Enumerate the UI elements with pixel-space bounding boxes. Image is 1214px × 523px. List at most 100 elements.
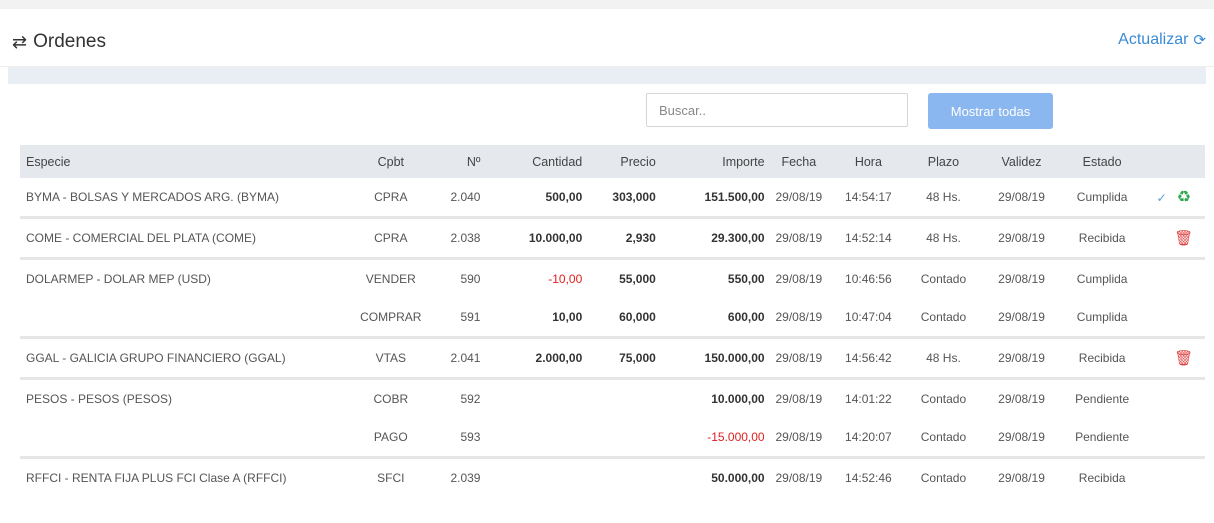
col-hora[interactable]: Hora <box>831 145 906 178</box>
trash-icon[interactable]: 🗑 <box>1174 349 1193 367</box>
cell-estado: Cumplida <box>1061 257 1143 298</box>
cell-cpbt: CPRA <box>354 216 428 259</box>
cell-precio <box>584 456 658 497</box>
cell-fecha: 29/08/19 <box>775 310 823 324</box>
cell-estado: Recibida <box>1061 216 1143 259</box>
cell-numero: 592 <box>427 377 483 418</box>
cell-plazo: 48 Hs. <box>905 216 982 259</box>
cell-especie: GGAL - GALICIA GRUPO FINANCIERO (GGAL) <box>20 336 355 379</box>
table-row[interactable]: PESOS - PESOS (PESOS) COBR 592 10.000,00… <box>20 377 1205 418</box>
cell-cpbt: COMPRAR <box>360 310 422 324</box>
cell-precio: 75,000 <box>584 336 658 379</box>
cell-precio: 2,930 <box>584 216 658 259</box>
page-title: ⇄ Ordenes <box>12 31 106 53</box>
cell-importe: 600,00 <box>727 310 765 324</box>
cell-plazo: 48 Hs. <box>905 336 982 379</box>
cell-cpbt: VTAS <box>354 336 428 379</box>
table-row[interactable]: GGAL - GALICIA GRUPO FINANCIERO (GGAL) V… <box>20 336 1205 379</box>
col-plazo[interactable]: Plazo <box>906 145 982 178</box>
cell-especie <box>20 418 355 458</box>
col-actions <box>1142 145 1205 178</box>
table-header-row: Especie Cpbt Nº Cantidad Precio Importe … <box>20 145 1205 178</box>
cell-actions <box>1142 298 1205 338</box>
cell-numero: 2.040 <box>450 190 481 204</box>
cell-plazo: Contado <box>920 310 967 324</box>
cell-precio: 303,000 <box>612 190 656 204</box>
cell-fecha: 29/08/19 <box>766 456 832 497</box>
orders-table: Especie Cpbt Nº Cantidad Precio Importe … <box>20 145 1205 497</box>
col-especie[interactable]: Especie <box>20 145 355 178</box>
cell-estado: Recibida <box>1061 336 1143 379</box>
table-row[interactable]: DOLARMEP - DOLAR MEP (USD) VENDER 590 -1… <box>20 257 1205 298</box>
cell-numero: 2.038 <box>427 216 483 259</box>
col-numero[interactable]: Nº <box>427 145 482 178</box>
cell-especie: PESOS - PESOS (PESOS) <box>20 377 355 418</box>
cell-especie <box>20 298 355 338</box>
col-fecha[interactable]: Fecha <box>767 145 831 178</box>
col-validez[interactable]: Validez <box>981 145 1062 178</box>
cell-precio: 55,000 <box>584 257 658 298</box>
cell-importe: 550,00 <box>657 257 767 298</box>
cell-especie: BYMA - BOLSAS Y MERCADOS ARG. (BYMA) <box>26 190 279 204</box>
table-row[interactable]: RFFCI - RENTA FIJA PLUS FCI Clase A (RFF… <box>20 456 1205 497</box>
cell-cantidad <box>482 456 585 497</box>
cell-numero: 591 <box>460 310 481 324</box>
col-importe[interactable]: Importe <box>658 145 767 178</box>
cell-cantidad: 2.000,00 <box>482 336 585 379</box>
cell-plazo: Contado <box>905 257 982 298</box>
cell-cantidad: -10,00 <box>482 257 585 298</box>
cell-actions <box>1142 418 1205 458</box>
cell-estado: Recibida <box>1061 456 1143 497</box>
cell-actions: 🗑 <box>1142 216 1205 259</box>
chevron-down-icon[interactable]: ✓ <box>1157 191 1167 205</box>
cell-hora: 14:52:14 <box>831 216 906 259</box>
cell-estado: Cumplida <box>1076 310 1128 324</box>
cell-plazo: Contado <box>905 456 982 497</box>
table-row[interactable]: COME - COMERCIAL DEL PLATA (COME) CPRA 2… <box>20 216 1205 259</box>
cell-fecha: 29/08/19 <box>775 430 823 444</box>
col-estado[interactable]: Estado <box>1062 145 1143 178</box>
table-row[interactable]: COMPRAR 591 10,00 60,000 600,00 29/08/19… <box>20 298 1205 338</box>
cell-plazo: Contado <box>905 377 982 418</box>
cell-fecha: 29/08/19 <box>766 216 832 259</box>
cell-cantidad <box>482 377 585 418</box>
show-all-button[interactable]: Mostrar todas <box>928 93 1053 129</box>
page-title-label: Ordenes <box>33 31 106 52</box>
cell-cpbt: VENDER <box>354 257 428 298</box>
cell-cpbt: COBR <box>354 377 428 418</box>
cell-validez: 29/08/19 <box>998 430 1045 444</box>
cell-fecha: 29/08/19 <box>775 190 823 204</box>
trash-icon[interactable]: 🗑 <box>1174 229 1193 247</box>
cell-validez: 29/08/19 <box>981 257 1062 298</box>
refresh-button[interactable]: Actualizar ⟳ <box>1118 31 1206 49</box>
col-cpbt[interactable]: Cpbt <box>355 145 428 178</box>
cell-precio: 60,000 <box>619 310 656 324</box>
recycle-icon[interactable]: ♻ <box>1177 189 1191 206</box>
search-input[interactable] <box>646 93 908 127</box>
cell-hora: 14:54:17 <box>845 190 892 204</box>
cell-precio <box>584 418 658 458</box>
cell-cpbt: SFCI <box>354 456 428 497</box>
table-row[interactable]: BYMA - BOLSAS Y MERCADOS ARG. (BYMA) CPR… <box>20 178 1205 218</box>
cell-importe: 10.000,00 <box>657 377 767 418</box>
cell-hora: 14:52:46 <box>831 456 906 497</box>
cell-actions <box>1142 257 1205 298</box>
cell-numero: 2.039 <box>427 456 483 497</box>
col-cantidad[interactable]: Cantidad <box>482 145 584 178</box>
cell-hora: 14:20:07 <box>845 430 892 444</box>
cell-importe: 29.300,00 <box>657 216 767 259</box>
panel-header: ⇄ Ordenes Actualizar ⟳ <box>0 9 1214 67</box>
cell-cantidad: 500,00 <box>545 190 583 204</box>
cell-fecha: 29/08/19 <box>766 336 832 379</box>
cell-actions <box>1142 377 1205 418</box>
col-precio[interactable]: Precio <box>584 145 658 178</box>
cell-validez: 29/08/19 <box>998 310 1045 324</box>
table-row[interactable]: PAGO 593 -15.000,00 29/08/19 14:20:07 Co… <box>20 418 1205 458</box>
cell-validez: 29/08/19 <box>981 336 1062 379</box>
cell-cantidad: 10,00 <box>552 310 583 324</box>
cell-especie: DOLARMEP - DOLAR MEP (USD) <box>20 257 355 298</box>
cell-hora: 10:46:56 <box>831 257 906 298</box>
cell-cpbt: PAGO <box>373 430 408 444</box>
cell-actions: 🗑 <box>1142 336 1205 379</box>
cell-especie: RFFCI - RENTA FIJA PLUS FCI Clase A (RFF… <box>20 456 355 497</box>
